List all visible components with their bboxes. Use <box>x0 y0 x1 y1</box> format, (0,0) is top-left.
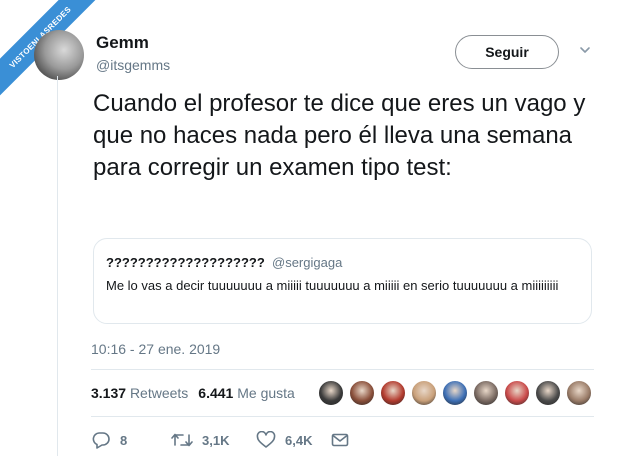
quoted-author-handle: @sergigaga <box>272 255 343 270</box>
like-button[interactable]: 6,4K <box>256 431 331 449</box>
divider <box>91 416 594 417</box>
likes-label[interactable]: Me gusta <box>237 385 295 401</box>
liker-avatar[interactable] <box>442 380 468 406</box>
follow-button[interactable]: Seguir <box>455 35 559 69</box>
envelope-icon <box>331 433 349 447</box>
liker-avatar[interactable] <box>535 380 561 406</box>
tweet-screenshot: VISTOENLASREDES Gemm @itsgemms Seguir Cu… <box>0 0 634 467</box>
like-count: 6,4K <box>285 432 313 448</box>
chevron-down-icon[interactable] <box>579 44 591 56</box>
retweets-label[interactable]: Retweets <box>130 385 188 401</box>
quoted-tweet[interactable]: ???????????????????? @sergigaga Me lo va… <box>93 238 592 324</box>
direct-message-button[interactable] <box>331 432 349 448</box>
liker-avatar[interactable] <box>349 380 375 406</box>
reply-button[interactable]: 8 <box>91 431 171 449</box>
divider <box>91 369 594 370</box>
liker-avatar[interactable] <box>411 380 437 406</box>
likes-count[interactable]: 6.441 <box>198 385 233 401</box>
author-name[interactable]: Gemm <box>96 33 149 53</box>
quoted-text: Me lo vas a decir tuuuuuuu a miiiii tuuu… <box>106 278 559 293</box>
reply-count: 8 <box>120 432 128 448</box>
tweet-timestamp[interactable]: 10:16 - 27 ene. 2019 <box>91 341 220 357</box>
liker-avatars[interactable] <box>318 380 597 406</box>
reply-icon <box>92 432 110 449</box>
retweet-count: 3,1K <box>202 432 230 448</box>
liker-avatar[interactable] <box>318 380 344 406</box>
quoted-author-name: ???????????????????? <box>106 255 265 270</box>
heart-icon <box>256 431 276 448</box>
liker-avatar[interactable] <box>473 380 499 406</box>
liker-avatar[interactable] <box>504 380 530 406</box>
action-bar: 8 3,1K 6,4K <box>91 430 349 450</box>
author-handle[interactable]: @itsgemms <box>96 57 170 73</box>
liker-avatar[interactable] <box>380 380 406 406</box>
liker-avatar[interactable] <box>566 380 592 406</box>
retweets-count[interactable]: 3.137 <box>91 385 126 401</box>
left-divider <box>57 76 58 456</box>
avatar[interactable] <box>34 30 84 80</box>
retweet-icon <box>171 433 193 447</box>
tweet-text: Cuando el profesor te dice que eres un v… <box>93 90 586 181</box>
engagement-stats: 3.137 Retweets 6.441 Me gusta <box>91 385 295 401</box>
retweet-button[interactable]: 3,1K <box>171 431 256 449</box>
